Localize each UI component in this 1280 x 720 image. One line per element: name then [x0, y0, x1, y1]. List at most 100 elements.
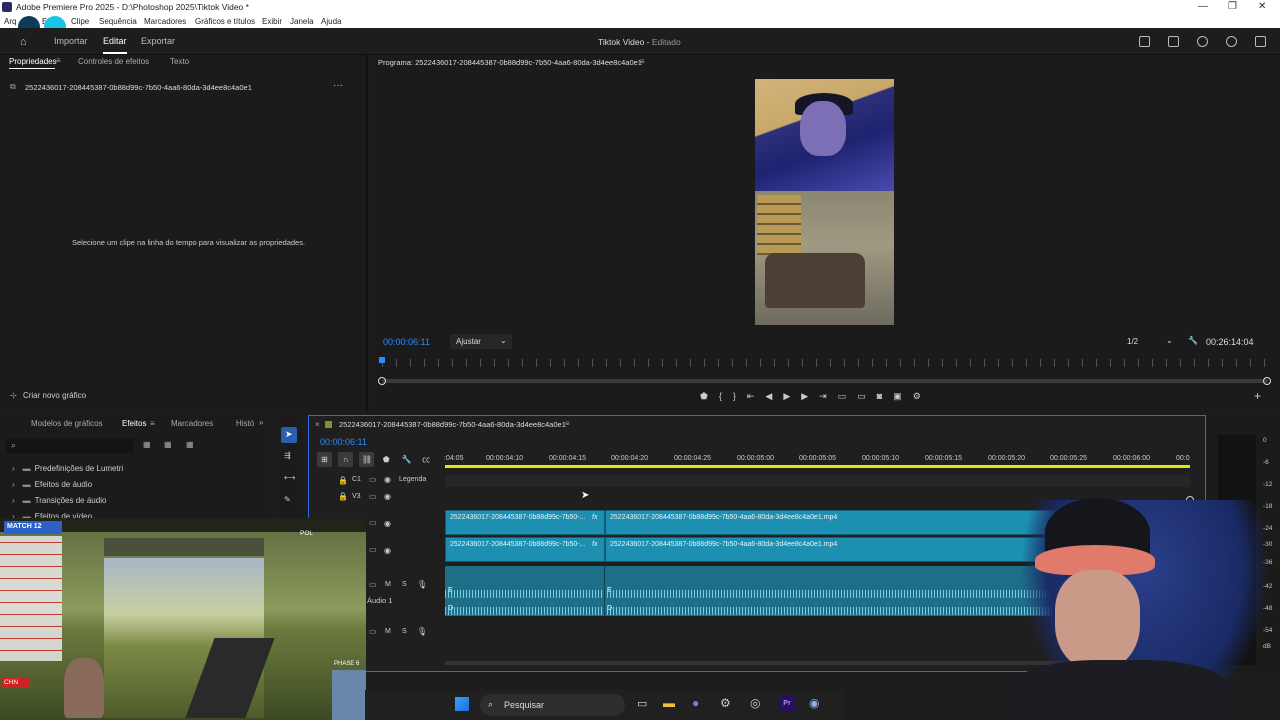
- mark-in-icon[interactable]: {: [719, 391, 733, 401]
- eye-icon[interactable]: ◉: [384, 475, 391, 484]
- timeline-settings-icon[interactable]: 🔧: [402, 455, 412, 464]
- program-timecode[interactable]: 00:00:06:11: [383, 337, 430, 347]
- track-output-icon[interactable]: ▭: [369, 492, 377, 501]
- close-tab-icon[interactable]: ×: [315, 420, 320, 429]
- solo-button[interactable]: S: [402, 628, 407, 635]
- wrench-icon[interactable]: 🔧: [1188, 336, 1198, 345]
- microphone-icon[interactable]: 🎙: [417, 627, 427, 636]
- caption-track-lane[interactable]: [445, 475, 1190, 487]
- marker-icon[interactable]: ⬟: [700, 391, 719, 401]
- tab-graphic-templates[interactable]: Modelos de gráficos: [31, 419, 103, 428]
- tab-markers[interactable]: Marcadores: [171, 419, 213, 428]
- effects-folder-audio-transitions[interactable]: › ▬ Transições de áudio: [12, 496, 106, 505]
- steam-icon[interactable]: ◉: [809, 696, 819, 710]
- effects-folder-lumetri[interactable]: › ▬ Predefinições de Lumetri: [12, 464, 123, 473]
- nav-import[interactable]: Importar: [54, 36, 88, 46]
- microphone-icon[interactable]: 🎙: [417, 580, 427, 589]
- menu-ajuda[interactable]: Ajuda: [321, 17, 341, 26]
- nav-export[interactable]: Exportar: [141, 36, 175, 46]
- sequence-menu-icon[interactable]: ≡: [565, 419, 570, 428]
- home-icon[interactable]: ⌂: [20, 36, 27, 48]
- add-button-icon[interactable]: +: [1254, 389, 1261, 403]
- yuv-effects-icon[interactable]: ▦: [186, 440, 194, 449]
- lock-icon[interactable]: 🔒: [338, 476, 348, 485]
- menu-marcadores[interactable]: Marcadores: [144, 17, 186, 26]
- panel-layout-icon[interactable]: [1139, 36, 1150, 47]
- multi-camera-icon[interactable]: ⚙: [913, 391, 932, 401]
- mute-button[interactable]: M: [385, 628, 391, 635]
- mini-ruler[interactable]: [382, 359, 1268, 367]
- tab-history[interactable]: Histó: [236, 419, 254, 428]
- snap-icon[interactable]: ∩: [338, 452, 354, 467]
- captions-icon[interactable]: ㏄: [422, 455, 430, 464]
- track-output-icon[interactable]: ▭: [369, 627, 377, 636]
- tab-properties[interactable]: Propriedades: [9, 57, 57, 66]
- go-to-out-icon[interactable]: ⇥: [819, 391, 838, 401]
- add-marker-icon[interactable]: ⬟: [383, 455, 390, 464]
- ripple-edit-tool-icon[interactable]: ⟷: [284, 473, 295, 482]
- 32bit-effects-icon[interactable]: ▦: [164, 440, 172, 449]
- track-output-icon[interactable]: ▭: [369, 545, 377, 554]
- new-graphic-button[interactable]: ⊹ Criar novo gráfico: [10, 391, 86, 400]
- work-area-bar[interactable]: [445, 465, 1190, 468]
- minimize-icon[interactable]: —: [1198, 1, 1208, 12]
- taskbar-search[interactable]: ⌕ Pesquisar: [480, 694, 625, 716]
- insert-sequence-icon[interactable]: ⊞: [317, 452, 332, 467]
- tab-effects[interactable]: Efeitos: [122, 419, 146, 428]
- compare-icon[interactable]: ▣: [893, 391, 913, 401]
- video-clip-v1-a[interactable]: 2522436017-208445387-0b88d99c-7b50-... f…: [445, 537, 605, 562]
- task-view-icon[interactable]: ▭: [637, 697, 647, 710]
- razor-tool-icon[interactable]: ✎: [284, 495, 291, 504]
- scroll-handle-left[interactable]: [378, 377, 386, 385]
- effects-folder-audio-effects[interactable]: › ▬ Efeitos de áudio: [12, 480, 92, 489]
- fit-dropdown[interactable]: Ajustar ⌄: [450, 334, 512, 349]
- premiere-taskbar-icon[interactable]: Pr: [779, 696, 795, 712]
- menu-exibir[interactable]: Exibir: [262, 17, 282, 26]
- scroll-handle-right[interactable]: [1263, 377, 1271, 385]
- share-icon[interactable]: [1168, 36, 1179, 47]
- linked-selection-icon[interactable]: ⛓: [359, 452, 375, 467]
- nav-edit[interactable]: Editar: [103, 36, 127, 54]
- check-icon[interactable]: [1197, 36, 1208, 47]
- windows-start-icon[interactable]: [455, 697, 469, 711]
- extract-icon[interactable]: ▭: [857, 391, 877, 401]
- app-icon[interactable]: ◎: [750, 696, 760, 710]
- eye-icon[interactable]: ◉: [384, 546, 391, 555]
- sequence-tab-name[interactable]: 2522436017-208445387-0b88d99c-7b50-4aa6-…: [339, 420, 566, 429]
- search-icon[interactable]: [1226, 36, 1237, 47]
- tab-effect-controls[interactable]: Controles de efeitos: [78, 57, 149, 66]
- effects-menu-icon[interactable]: ≡: [150, 419, 155, 428]
- panel-menu-icon[interactable]: ≡: [56, 56, 61, 65]
- mark-out-icon[interactable]: }: [733, 391, 747, 401]
- transport-controls[interactable]: ⬟{}⇤◀▶▶⇥▭▭◙▣⚙: [700, 391, 932, 402]
- camera-icon[interactable]: ◙: [877, 391, 893, 401]
- video-clip-v2-a[interactable]: 2522436017-208445387-0b88d99c-7b50-... f…: [445, 510, 605, 535]
- sequence-timecode[interactable]: 00:00:06:11: [320, 437, 367, 447]
- track-select-tool-icon[interactable]: ⇶: [284, 451, 291, 460]
- lock-icon[interactable]: 🔒: [338, 492, 348, 501]
- close-icon[interactable]: ✕: [1258, 1, 1266, 12]
- selection-tool-icon[interactable]: ➤: [281, 427, 297, 443]
- fullscreen-icon[interactable]: [1255, 36, 1266, 47]
- mute-button[interactable]: M: [385, 581, 391, 588]
- eye-icon[interactable]: ◉: [384, 492, 391, 501]
- go-to-in-icon[interactable]: ⇤: [747, 391, 766, 401]
- play-icon[interactable]: ▶: [783, 391, 801, 401]
- track-output-icon[interactable]: ▭: [369, 518, 377, 527]
- accelerated-effects-icon[interactable]: ▦: [143, 440, 151, 449]
- tab-text[interactable]: Texto: [170, 57, 189, 66]
- menu-clipe[interactable]: Clipe: [71, 17, 89, 26]
- lift-icon[interactable]: ▭: [838, 391, 858, 401]
- file-explorer-icon[interactable]: ▬: [663, 696, 675, 710]
- maximize-icon[interactable]: ❐: [1228, 1, 1237, 12]
- eye-icon[interactable]: ◉: [384, 519, 391, 528]
- step-forward-icon[interactable]: ▶: [801, 391, 819, 401]
- menu-sequencia[interactable]: Sequência: [99, 17, 137, 26]
- zoom-scrollbar[interactable]: [382, 379, 1268, 383]
- program-playhead[interactable]: [379, 357, 385, 363]
- discord-icon[interactable]: ●: [692, 696, 699, 710]
- menu-janela[interactable]: Janela: [290, 17, 314, 26]
- track-output-icon[interactable]: ▭: [369, 475, 377, 484]
- step-back-icon[interactable]: ◀: [765, 391, 783, 401]
- program-menu-icon[interactable]: ≡: [640, 57, 645, 66]
